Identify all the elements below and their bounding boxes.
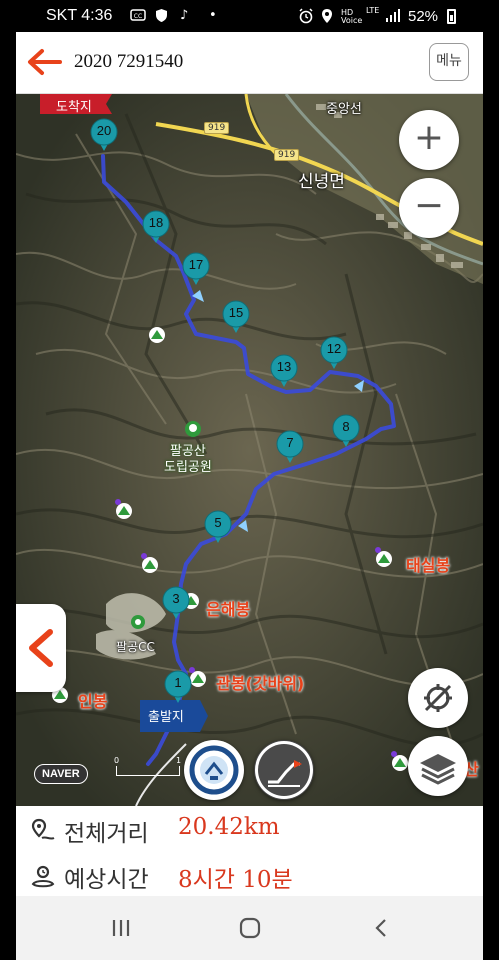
dot-icon: • <box>209 8 217 23</box>
hiker-time-icon <box>31 865 55 888</box>
peak-icon-b <box>141 553 158 573</box>
waypoint-marker-20[interactable]: 20 <box>90 118 118 152</box>
distance-label: 전체거리 <box>64 821 149 847</box>
zoom-in-button[interactable]: + <box>399 110 459 170</box>
shield-icon <box>155 8 168 27</box>
route-title: 2020 7291540 <box>74 51 184 72</box>
peak-icon-partial <box>391 751 408 771</box>
waypoint-label: 13 <box>276 359 292 374</box>
waypoint-marker-18[interactable]: 18 <box>142 210 170 244</box>
location-icon <box>321 8 333 28</box>
peak-label-inbong: 인봉 <box>78 692 108 711</box>
time-label: 예상시간 <box>64 867 149 893</box>
waypoint-marker-12[interactable]: 12 <box>320 336 348 370</box>
back-arrow-icon[interactable] <box>26 48 62 76</box>
peak-label-taesilbong: 태실봉 <box>406 556 451 575</box>
layers-button[interactable] <box>408 736 468 796</box>
waypoint-label: 15 <box>228 305 244 320</box>
peak-label-eunhaebong: 은해봉 <box>206 600 251 619</box>
waypoint-marker-15[interactable]: 15 <box>222 300 250 334</box>
battery-percent: 52% <box>408 8 439 25</box>
compass-gauge-icon <box>189 745 239 795</box>
svg-text:CC: CC <box>134 13 142 20</box>
location-off-icon <box>424 684 452 712</box>
waypoint-label: 3 <box>172 591 180 606</box>
waypoint-marker-13[interactable]: 13 <box>270 354 298 388</box>
scale-label-end: 1 <box>176 756 182 765</box>
status-time: SKT 4:36 <box>46 7 113 24</box>
time-value: 8시간 10분 <box>178 867 293 893</box>
peak-icon-taesilbong <box>375 547 392 567</box>
compass-button[interactable] <box>184 740 244 800</box>
battery-icon <box>447 9 456 24</box>
rail-line-label: 중앙선 <box>326 102 362 117</box>
road-number-919-b: 919 <box>274 149 300 161</box>
waypoint-label: 12 <box>326 341 342 356</box>
distance-row: 전체거리 20.42km <box>30 814 470 848</box>
park-label: 팔공산 도립공원 <box>164 444 212 475</box>
location-toggle-button[interactable] <box>408 668 468 728</box>
route-info-panel: 전체거리 20.42km 예상시간 8시간 10분 <box>16 806 483 896</box>
waypoint-marker-5[interactable]: 5 <box>204 510 232 544</box>
map-scale-bar <box>116 766 180 776</box>
cc-icon: CC <box>130 8 146 26</box>
system-nav-bar <box>16 896 483 960</box>
waypoint-marker-8[interactable]: 8 <box>332 414 360 448</box>
distance-icon <box>31 818 55 840</box>
back-icon[interactable] <box>366 914 396 942</box>
waypoint-marker-3[interactable]: 3 <box>162 586 190 620</box>
hd-voice-icon: HD Voice <box>341 8 363 25</box>
waypoint-label: 1 <box>174 675 182 690</box>
waypoint-marker-1[interactable]: 1 <box>164 670 192 704</box>
time-row: 예상시간 8시간 10분 <box>30 860 470 894</box>
park-icon <box>185 421 201 437</box>
start-flag-label: 출발지 <box>148 710 184 725</box>
road-number-919-a: 919 <box>204 122 230 134</box>
waypoint-label: 7 <box>286 435 294 450</box>
golf-icon <box>131 615 145 629</box>
waypoint-label: 17 <box>188 257 204 272</box>
end-flag-label: 도착지 <box>56 100 92 115</box>
status-bar: SKT 4:36 CC ♪ • HD Voice LTE 52% <box>0 0 499 32</box>
recent-apps-icon[interactable] <box>106 914 136 942</box>
golf-label: 팔공CC <box>116 640 155 654</box>
music-note-icon: ♪ <box>180 8 189 23</box>
map-view[interactable]: 도착지 출발지 중앙선 신녕면 919 919 팔공산 도립공원 팔공CC 태실… <box>16 94 483 806</box>
alarm-icon <box>298 8 314 28</box>
chevron-left-icon <box>29 629 53 667</box>
zoom-out-button[interactable]: − <box>399 178 459 238</box>
waypoint-label: 18 <box>148 215 164 230</box>
elevation-button[interactable] <box>254 740 314 800</box>
waypoint-marker-7[interactable]: 7 <box>276 430 304 464</box>
layers-icon <box>420 754 456 785</box>
elevation-profile-icon <box>255 741 313 799</box>
waypoint-marker-17[interactable]: 17 <box>182 252 210 286</box>
menu-button[interactable]: 메뉴 <box>429 43 469 81</box>
waypoint-label: 8 <box>342 419 350 434</box>
peak-icon-a <box>115 499 132 519</box>
scale-label-start: 0 <box>114 756 120 765</box>
waypoint-label: 5 <box>214 515 222 530</box>
signal-icon <box>385 8 401 26</box>
distance-value: 20.42km <box>178 814 280 840</box>
lte-icon: LTE <box>366 6 380 15</box>
town-label: 신녕면 <box>298 172 345 192</box>
waypoint-label: 20 <box>96 123 112 138</box>
side-panel-toggle[interactable] <box>16 604 66 692</box>
home-icon[interactable] <box>235 914 265 942</box>
naver-attribution: NAVER <box>34 764 88 784</box>
mountain-poi-icon <box>149 327 165 343</box>
app-header: 2020 7291540 메뉴 <box>16 32 483 94</box>
peak-label-gwanbong: 관봉(갓바위) <box>216 674 305 693</box>
